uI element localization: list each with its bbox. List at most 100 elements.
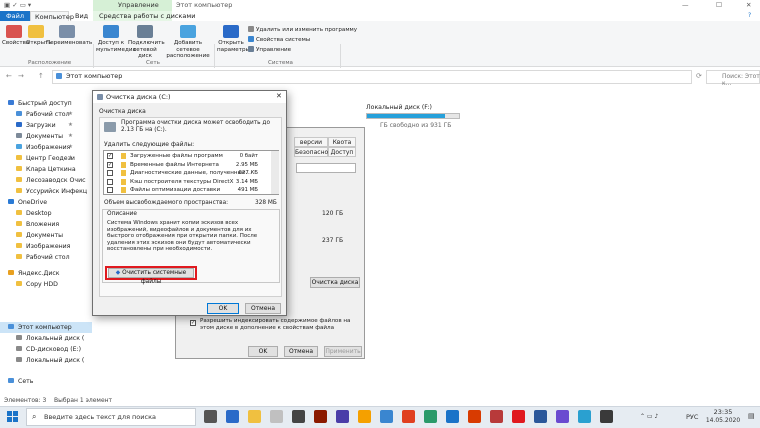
item-checkbox[interactable] — [107, 178, 113, 185]
quick-access-toolbar[interactable]: ▣ ✓ ▭ ▾ — [4, 0, 31, 11]
media-access-button[interactable]: Доступ к мультимедиа — [96, 25, 136, 53]
close-button[interactable]: ✕ — [746, 0, 751, 11]
file-list-item[interactable]: ✓ Загруженные файлы программ 0 байт — [106, 152, 272, 160]
dialog-tab[interactable]: Очистка диска — [99, 108, 146, 115]
minimize-button[interactable]: — — [682, 0, 689, 11]
app-icon[interactable] — [402, 410, 415, 423]
open-settings-button[interactable]: Открыть параметры — [217, 25, 250, 53]
nav-item[interactable]: CD-дисковод (E:) — [16, 344, 81, 355]
props-cancel-button[interactable]: Отмена — [284, 346, 318, 357]
address-bar[interactable] — [52, 70, 692, 84]
folder-icon — [16, 155, 22, 160]
nav-item[interactable]: Документы — [16, 230, 63, 241]
cleanup-cancel-button[interactable]: Отмена — [245, 303, 281, 314]
refresh-button[interactable]: ⟳ — [696, 72, 702, 80]
clean-system-files-button[interactable]: ◆ Очистить системные файлы — [108, 268, 194, 285]
props-apply-button[interactable]: Применить — [324, 346, 362, 357]
tab-versions[interactable]: версии — [294, 137, 328, 147]
uninstall-button[interactable]: Удалить или изменить программу — [248, 26, 357, 33]
nav-item[interactable]: Клара Цеткина — [16, 164, 76, 175]
app-icon[interactable] — [490, 410, 503, 423]
app-icon[interactable] — [270, 410, 283, 423]
nav-item[interactable]: Лесозаводск Очис — [16, 175, 86, 186]
app-icon[interactable] — [358, 410, 371, 423]
item-checkbox[interactable]: ✓ — [107, 153, 113, 159]
file-list-item[interactable]: Диагностические данные, полученные… 627 К… — [106, 169, 272, 177]
list-scrollbar[interactable] — [271, 151, 279, 194]
nav-item[interactable]: Рабочий стол — [16, 252, 70, 263]
edge-new-icon[interactable] — [424, 410, 437, 423]
task-view-icon[interactable] — [204, 410, 217, 423]
tab-file[interactable]: Файл — [0, 11, 30, 21]
start-button[interactable] — [7, 411, 18, 422]
tab-disk-tools[interactable]: Средства работы с дисками — [95, 11, 199, 21]
nav-item[interactable]: Рабочий стол ★ — [16, 109, 73, 120]
clock-time[interactable]: 23:35 — [707, 408, 739, 416]
nav-item[interactable]: Документы ★ — [16, 131, 73, 142]
forward-button[interactable]: → — [18, 72, 24, 80]
map-drive-button[interactable]: Подключить сетевой диск — [128, 25, 165, 60]
file-list-item[interactable]: Файлы оптимизации доставки 491 МБ — [106, 186, 272, 194]
nav-item[interactable]: Сеть — [8, 376, 33, 387]
back-button[interactable]: ← — [6, 72, 12, 80]
maximize-button[interactable]: ☐ — [716, 0, 722, 11]
tab-access[interactable]: Доступ — [328, 147, 356, 157]
folder-icon — [16, 144, 22, 149]
manage-button[interactable]: Управление — [248, 46, 291, 53]
nav-item-label: Рабочий стол — [26, 111, 70, 118]
nav-item[interactable]: Этот компьютер — [8, 322, 72, 333]
nav-item[interactable]: Copy HDD — [16, 279, 58, 290]
system-properties-button[interactable]: Свойства системы — [248, 36, 310, 43]
rename-button[interactable]: Переименовать — [46, 25, 92, 47]
app-icon[interactable] — [578, 410, 591, 423]
nav-item[interactable]: Центр Геодези ★ — [16, 153, 75, 164]
help-icon[interactable]: ? — [748, 12, 751, 19]
nav-item[interactable]: Загрузки ★ — [16, 120, 73, 131]
item-checkbox[interactable]: ✓ — [107, 161, 113, 168]
nav-item[interactable]: Быстрый доступ — [8, 98, 72, 109]
nav-item[interactable]: Изображения ★ — [16, 142, 73, 153]
open-button[interactable]: Открыть — [26, 25, 52, 47]
powerpoint-icon[interactable] — [468, 410, 481, 423]
nav-item[interactable]: Вложения — [16, 219, 59, 230]
clock-date[interactable]: 14.05.2020 — [703, 417, 743, 424]
app-icon[interactable] — [446, 410, 459, 423]
language-indicator[interactable]: РУС — [686, 413, 698, 421]
illustrator-icon[interactable] — [314, 410, 327, 423]
nav-item[interactable]: Изображения — [16, 241, 70, 252]
up-button[interactable]: ↑ — [38, 72, 44, 80]
tray-icons[interactable]: ⌃ ▭ ♪ — [640, 413, 658, 420]
file-list-item[interactable]: Кэш построителя текстуры DirectX 3.14 МБ — [106, 178, 272, 186]
nav-item[interactable]: Яндекс.Диск — [8, 268, 60, 279]
properties-button[interactable]: Свойства — [2, 25, 29, 47]
file-explorer-icon[interactable] — [248, 410, 261, 423]
app-icon[interactable] — [600, 410, 613, 423]
item-checkbox[interactable] — [107, 170, 113, 177]
cleanup-ok-button[interactable]: OK — [207, 303, 239, 314]
add-location-button[interactable]: Добавить сетевое расположение — [164, 25, 212, 60]
dialog-close-button[interactable]: ✕ — [276, 92, 282, 100]
tab-quota[interactable]: Квота — [328, 137, 356, 147]
word-icon[interactable] — [534, 410, 547, 423]
item-checkbox[interactable] — [107, 187, 113, 194]
tab-security[interactable]: Безопасность — [294, 147, 339, 157]
index-checkbox[interactable]: ✓ — [190, 320, 196, 326]
edge-icon[interactable] — [226, 410, 239, 423]
nav-item[interactable]: OneDrive — [8, 197, 47, 208]
notifications-icon[interactable]: ▤ — [748, 412, 755, 420]
nav-item[interactable]: Локальный диск ( — [16, 333, 84, 344]
file-list-item[interactable]: ✓ Временные файлы Интернета 2.95 МБ — [106, 161, 272, 169]
app-icon[interactable] — [556, 410, 569, 423]
app-icon[interactable] — [380, 410, 393, 423]
tab-view[interactable]: Вид — [71, 11, 92, 21]
props-ok-button[interactable]: OK — [248, 346, 278, 357]
app-icon[interactable] — [336, 410, 349, 423]
nav-item[interactable]: Локальный диск ( — [16, 355, 84, 366]
app-icon[interactable] — [292, 410, 305, 423]
tab-computer[interactable]: Компьютер — [30, 11, 74, 21]
acrobat-icon[interactable] — [512, 410, 525, 423]
nav-item[interactable]: Уссурийск Инфекц — [16, 186, 87, 197]
label-field[interactable] — [296, 163, 356, 173]
nav-item[interactable]: Desktop — [16, 208, 52, 219]
disk-cleanup-button[interactable]: Очистка диска — [310, 277, 360, 288]
